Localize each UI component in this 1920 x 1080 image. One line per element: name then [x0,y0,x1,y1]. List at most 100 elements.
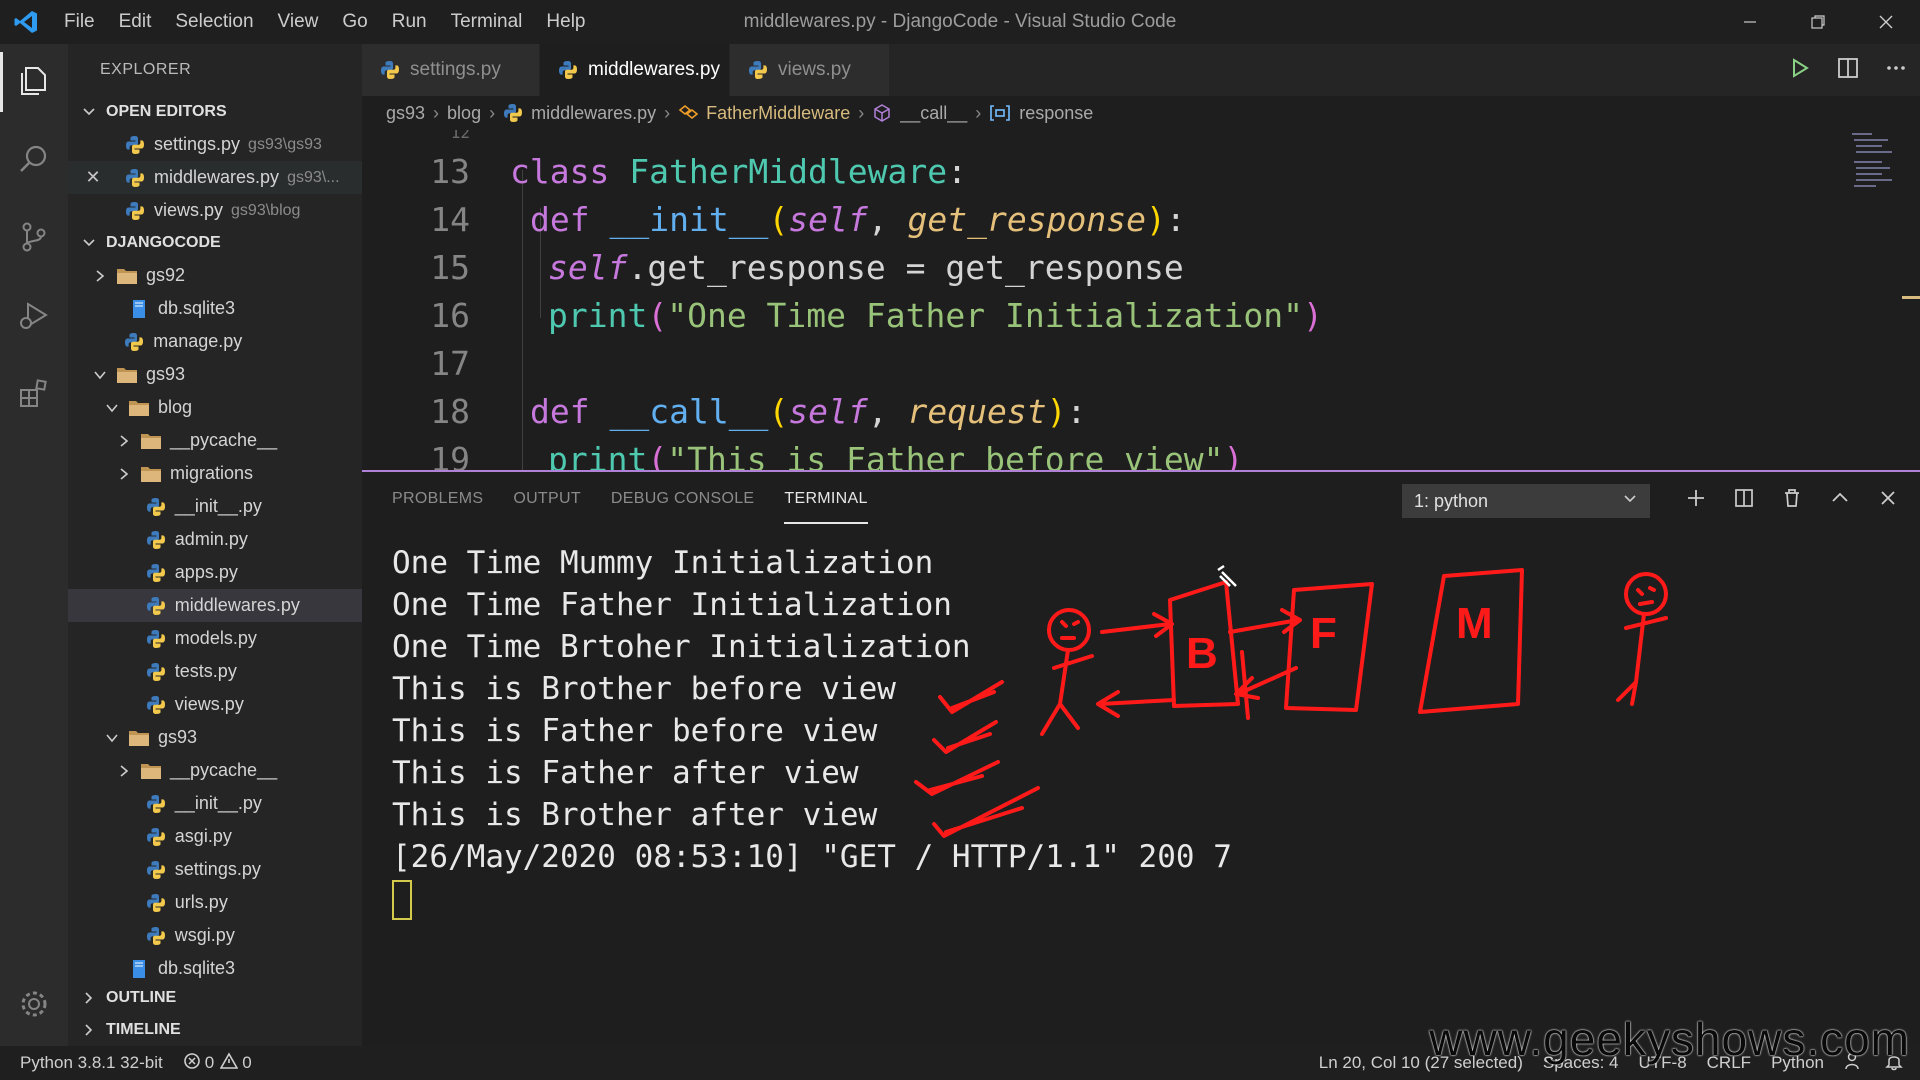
explorer-activity-button[interactable] [0,44,68,122]
tree-item-label: __pycache__ [170,760,278,780]
menu-edit[interactable]: Edit [107,11,164,33]
project-header[interactable]: DJANGOCODE [68,227,362,259]
code-line: 16 print("One Time Father Initialization… [362,291,1323,339]
extensions-icon [17,376,51,414]
python-file-icon [748,60,768,80]
python-interpreter[interactable]: Python 3.8.1 32-bit [0,1053,173,1073]
tree-file[interactable]: tests.py [68,655,362,688]
outline-header[interactable]: OUTLINE [68,982,362,1014]
problems-indicator[interactable]: 0 0 [173,1051,262,1075]
line-number: 17 [430,343,470,383]
tree-folder[interactable]: __pycache__ [68,754,362,787]
explorer-sidebar: EXPLORER OPEN EDITORS settings.py gs93\g… [68,44,362,1046]
more-actions-button[interactable] [1872,57,1920,83]
breadcrumb-folder-blog[interactable]: blog [447,103,481,124]
person-figure-left [1047,608,1091,652]
tree-file[interactable]: apps.py [68,556,362,589]
files-icon [17,64,51,102]
tree-item-label: gs93 [146,364,186,384]
tree-file[interactable]: admin.py [68,523,362,556]
code-text: def __init__(self, get_response): [530,199,1186,239]
restore-button[interactable] [1784,0,1852,44]
tree-file[interactable]: __init__.py [68,787,362,820]
play-icon [1790,58,1810,82]
tree-folder[interactable]: gs93 [68,358,362,391]
tab-settings[interactable]: settings.py [362,44,540,96]
tree-file[interactable]: db.sqlite3 [68,952,362,985]
chevron-right-icon [90,269,110,283]
open-editor-item[interactable]: settings.py gs93\gs93 [68,128,362,161]
menu-run[interactable]: Run [380,11,439,33]
chevron-right-icon [114,764,134,778]
tree-file[interactable]: models.py [68,622,362,655]
annotation-drawing: B F M [914,564,1668,838]
father-label: F [1310,609,1337,658]
breadcrumb-class[interactable]: FatherMiddleware [706,103,850,124]
method-icon [872,103,892,123]
minimize-button[interactable] [1716,0,1784,44]
search-activity-button[interactable] [0,122,68,200]
split-editor-button[interactable] [1824,57,1872,83]
tab-label: middlewares.py [588,59,720,80]
tree-folder[interactable]: blog [68,391,362,424]
breadcrumb-file[interactable]: middlewares.py [531,103,656,124]
source-control-activity-button[interactable] [0,200,68,278]
close-icon[interactable]: ✕ [82,167,104,188]
editor-tabs: settings.py middlewares.py ✕ views.py [362,44,1920,96]
close-window-button[interactable] [1852,0,1920,44]
breadcrumb-method[interactable]: __call__ [900,103,967,124]
menu-go[interactable]: Go [330,11,379,33]
open-editor-item-active[interactable]: ✕ middlewares.py gs93\... [68,161,362,194]
minimap[interactable] [1852,130,1896,200]
menu-help[interactable]: Help [534,11,597,33]
tree-file[interactable]: manage.py [68,325,362,358]
menu-view[interactable]: View [266,11,331,33]
python-file-icon [145,562,167,584]
chevron-right-icon: › [433,102,440,123]
tree-file[interactable]: views.py [68,688,362,721]
python-file-icon [145,529,167,551]
tree-folder[interactable]: gs92 [68,259,362,292]
timeline-header[interactable]: TIMELINE [68,1014,362,1046]
code-line: 15 self.get_response = get_response [362,243,1184,291]
run-debug-activity-button[interactable] [0,278,68,356]
folder-icon [128,397,150,419]
menu-file[interactable]: File [52,11,107,33]
indent-guide [522,170,523,470]
breadcrumb-variable[interactable]: response [1019,103,1093,124]
open-editor-name: middlewares.py [154,167,280,187]
tree-file[interactable]: wsgi.py [68,919,362,952]
tree-file[interactable]: settings.py [68,853,362,886]
tree-file[interactable]: db.sqlite3 [68,292,362,325]
tree-file[interactable]: urls.py [68,886,362,919]
menu-selection[interactable]: Selection [163,11,265,33]
code-editor[interactable]: 12 13 class FatherMiddleware: 14 def __i… [362,130,1920,470]
tree-folder[interactable]: gs93 [68,721,362,754]
manage-button[interactable] [0,976,68,1036]
tree-folder[interactable]: __pycache__ [68,424,362,457]
open-editor-item[interactable]: views.py gs93\blog [68,194,362,227]
run-debug-icon [17,298,51,336]
code-line: 13 class FatherMiddleware: [362,147,967,195]
database-file-icon [128,958,150,980]
run-file-button[interactable] [1776,58,1824,82]
search-icon [17,142,51,180]
tree-file[interactable]: __init__.py [68,490,362,523]
tree-folder[interactable]: migrations [68,457,362,490]
extensions-activity-button[interactable] [0,356,68,434]
tree-file[interactable]: middlewares.py [68,589,362,622]
tree-item-label: db.sqlite3 [158,298,236,318]
code-text: self.get_response = get_response [548,247,1184,287]
tab-middlewares[interactable]: middlewares.py ✕ [540,44,751,96]
chevron-down-icon [78,105,100,119]
code-text: print("This is Father before view") [548,439,1244,471]
tree-file[interactable]: asgi.py [68,820,362,853]
breadcrumb-folder-gs93[interactable]: gs93 [386,103,425,124]
open-editors-header[interactable]: OPEN EDITORS [68,96,362,128]
line-number: 18 [430,391,470,431]
code-line: 19 print("This is Father before view") [362,435,1243,471]
menu-terminal[interactable]: Terminal [439,11,535,33]
check-mark [914,760,1000,796]
tab-views[interactable]: views.py [730,44,890,96]
chevron-right-icon: › [664,102,671,123]
